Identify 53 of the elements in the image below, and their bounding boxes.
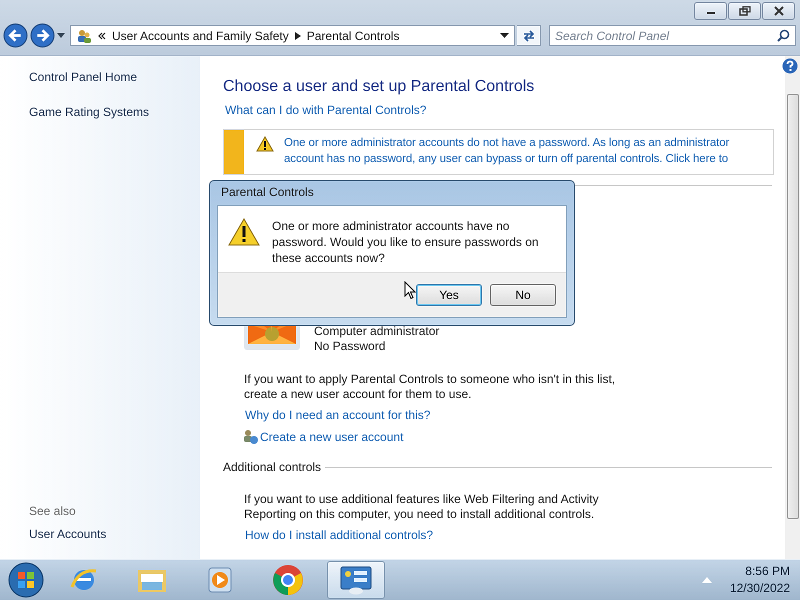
scrollbar[interactable] [785, 56, 800, 559]
dialog-title: Parental Controls [221, 185, 315, 199]
refresh-icon [522, 28, 536, 42]
warning-banner[interactable]: One or more administrator accounts do not have a password. As long as an administrator account has no password, any user can bypass or turn off parental controls. Click here to [223, 129, 774, 175]
section-text: If you want to use additional features like Web Filtering and Activity Reporting on this computer, you need to install additional controls. [244, 492, 600, 522]
address-bar[interactable]: User Accounts and Family Safety Parental Controls [70, 25, 515, 46]
cursor-icon [404, 281, 416, 300]
see-also-heading: See also [29, 504, 77, 518]
back-icon[interactable] [3, 23, 28, 48]
warning-icon [256, 136, 274, 152]
breadcrumb[interactable]: User Accounts and Family Safety [112, 28, 289, 42]
breadcrumb-arrow-icon[interactable] [294, 32, 301, 40]
taskbar-button[interactable] [327, 561, 385, 599]
warning-text[interactable]: One or more administrator accounts do not have a password. As long as an administrator [284, 135, 730, 151]
create-account-link[interactable]: Create a new user account [260, 430, 404, 444]
password-status: No Password [314, 339, 386, 354]
dialog-message: One or more administrator accounts have no password. Would you like to ensure passwords on these accounts now? [272, 218, 540, 266]
dialog-button[interactable]: Yes [416, 284, 482, 306]
section-heading: Additional controls [223, 460, 322, 474]
dialog-button[interactable]: No [490, 284, 556, 306]
refresh-button[interactable] [517, 25, 541, 46]
control-panel-icon [339, 565, 373, 595]
minimize-button[interactable] [694, 2, 727, 20]
install-controls-link[interactable]: How do I install additional controls? [245, 528, 434, 542]
account-type: Computer administrator [314, 324, 440, 339]
search-field[interactable]: Search Control Panel [549, 25, 796, 46]
close-icon [772, 6, 784, 16]
dropdown-icon[interactable] [57, 32, 65, 38]
dropdown-icon[interactable] [500, 32, 509, 38]
start-button[interactable] [7, 561, 45, 599]
users-icon [243, 429, 259, 445]
clock-time[interactable]: 8:56 PM [745, 563, 790, 580]
warning-text[interactable]: account has no password, any user can bypass or turn off parental controls. Click here to [284, 151, 730, 167]
chevron-icon[interactable] [98, 32, 106, 40]
users-icon [76, 28, 92, 44]
close-button[interactable] [762, 2, 795, 20]
forward-icon[interactable] [30, 23, 55, 48]
search-icon [777, 29, 790, 42]
why-account-link[interactable]: Why do I need an account for this? [245, 408, 430, 422]
restore-icon [738, 6, 750, 16]
help-link[interactable]: What can I do with Parental Controls? [225, 103, 426, 117]
page-title: Choose a user and set up Parental Controls [223, 78, 534, 96]
sidebar-link[interactable]: Control Panel Home [29, 70, 200, 84]
clock-date[interactable]: 12/30/2022 [730, 580, 790, 597]
info-text: If you want to apply Parental Controls to someone who isn't in this list, create a new user account for them to use. [244, 372, 616, 402]
restore-button[interactable] [728, 2, 761, 20]
sidebar-link[interactable]: Game Rating Systems [29, 105, 200, 119]
sidebar-link[interactable]: User Accounts [29, 527, 200, 541]
breadcrumb[interactable]: Parental Controls [306, 28, 400, 42]
browser-icon [272, 564, 304, 596]
play-icon [206, 565, 234, 595]
help-icon[interactable] [782, 58, 798, 74]
warning-icon [228, 218, 260, 246]
